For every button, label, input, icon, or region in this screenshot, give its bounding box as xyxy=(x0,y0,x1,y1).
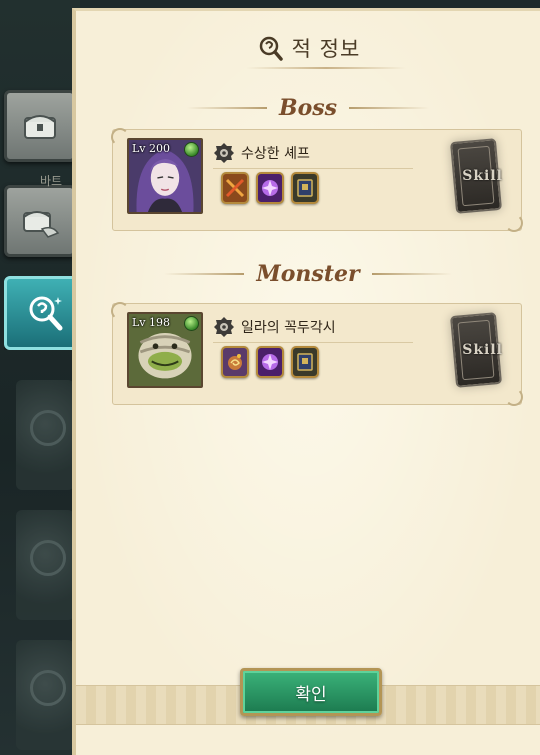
magnifier-question-icon xyxy=(259,36,283,61)
boss-skill-2[interactable] xyxy=(256,172,284,204)
page-title: 적 정보 xyxy=(291,37,361,61)
monster-skill-label: Skill xyxy=(462,342,503,358)
monster-card[interactable]: Lv 198 일라의 꼭두각시 Skill xyxy=(111,302,523,406)
boss-section-title: Boss xyxy=(278,95,338,121)
title-divider xyxy=(246,67,406,69)
monster-skill-3[interactable] xyxy=(291,346,319,378)
boss-skill-3[interactable] xyxy=(291,172,319,204)
tab-reward-chest[interactable] xyxy=(4,185,76,257)
panel-header: 적 정보 xyxy=(76,33,540,63)
boss-gear-icon xyxy=(214,143,234,163)
monster-name-row: 일라의 꼭두각시 xyxy=(213,316,336,338)
divider xyxy=(164,273,245,275)
chest-hand-icon xyxy=(23,211,60,238)
divider xyxy=(213,342,413,343)
divider xyxy=(186,107,267,109)
side-caption: 바트 xyxy=(40,174,63,188)
monster-section-header: Monster xyxy=(76,261,540,287)
monster-level: Lv 198 xyxy=(132,316,171,329)
monster-section-title: Monster xyxy=(256,261,360,287)
monster-gear-icon xyxy=(214,317,234,337)
tome-icon xyxy=(297,353,313,371)
divider xyxy=(371,273,452,275)
boss-section-header: Boss xyxy=(76,95,540,121)
crossed-swords-icon xyxy=(225,178,245,198)
tome-icon xyxy=(297,179,313,197)
confirm-button-label: 확인 xyxy=(295,684,327,705)
boss-skill-label: Skill xyxy=(462,168,503,184)
swirl-bomb-icon xyxy=(228,354,242,370)
purple-flower-icon xyxy=(262,354,278,370)
boss-name: 수상한 셰프 xyxy=(241,146,310,162)
chest-icon xyxy=(24,115,56,139)
green-element-icon xyxy=(184,316,199,331)
background-plate xyxy=(16,640,74,750)
tab-treasure-chest[interactable] xyxy=(4,90,76,162)
magnifier-icon xyxy=(29,296,63,331)
divider xyxy=(213,168,413,169)
purple-flower-icon xyxy=(262,180,278,196)
boss-portrait[interactable]: Lv 200 xyxy=(127,138,203,214)
confirm-button[interactable]: 확인 xyxy=(240,668,382,716)
background-plate xyxy=(16,510,74,620)
monster-skill-2[interactable] xyxy=(256,346,284,378)
boss-name-row: 수상한 셰프 xyxy=(213,142,310,164)
monster-skill-list xyxy=(221,346,319,378)
green-element-icon xyxy=(184,142,199,157)
boss-skill-list xyxy=(221,172,319,204)
boss-card[interactable]: Lv 200 수상한 셰프 Skill xyxy=(111,128,523,232)
background-plate xyxy=(16,380,74,490)
monster-skill-1[interactable] xyxy=(221,346,249,378)
enemy-info-panel: 적 정보 Boss Lv 200 수상한 셰프 Skill Monster Lv… xyxy=(72,8,540,755)
boss-skill-1[interactable] xyxy=(221,172,249,204)
monster-name: 일라의 꼭두각시 xyxy=(241,320,336,336)
divider xyxy=(349,107,430,109)
monster-portrait[interactable]: Lv 198 xyxy=(127,312,203,388)
boss-level: Lv 200 xyxy=(132,142,171,155)
